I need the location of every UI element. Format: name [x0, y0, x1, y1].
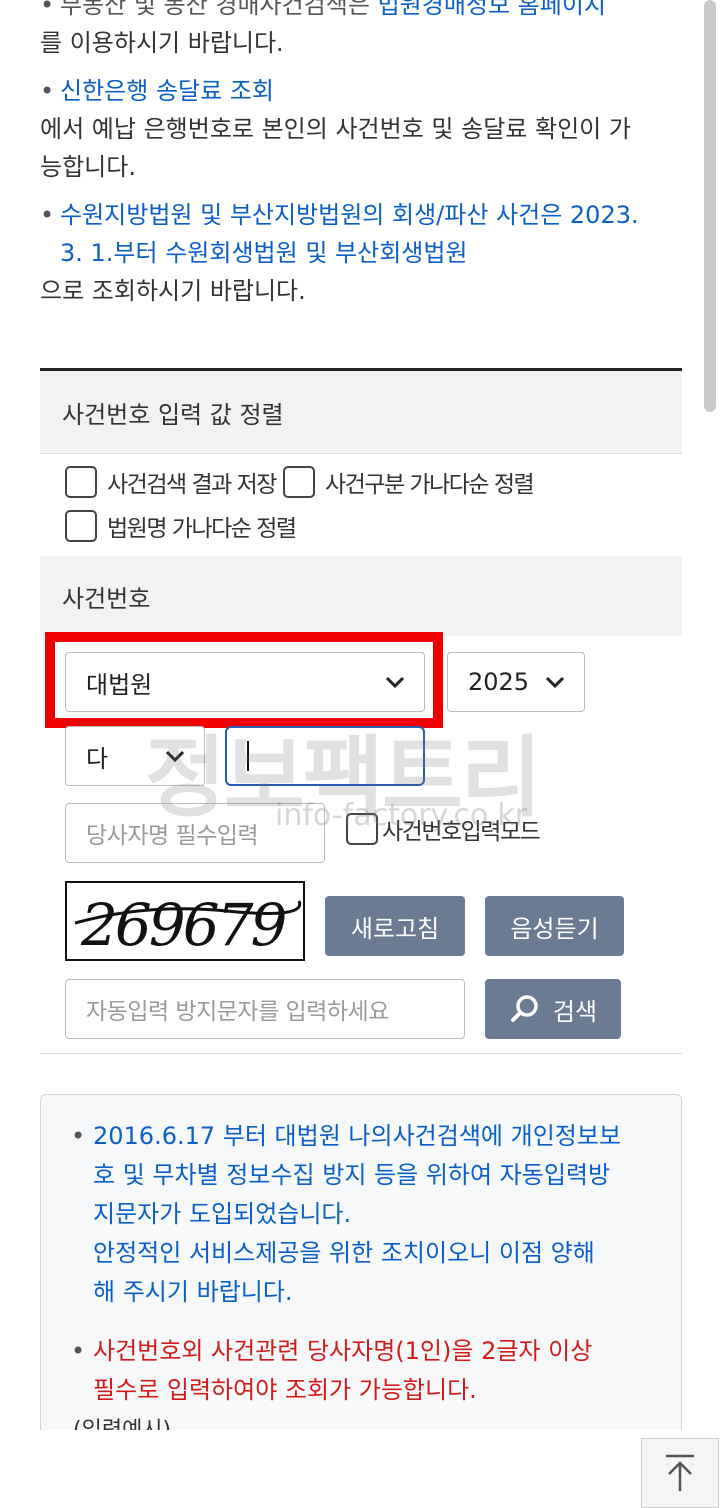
divider — [40, 453, 682, 454]
checkbox-label: 사건검색 결과 저장 — [107, 472, 277, 498]
chevron-down-icon — [545, 676, 565, 689]
rehab-court-link-line2[interactable]: 3. 1.부터 수원회생법원 및 부산회생법원 — [60, 234, 468, 272]
captcha-refresh-button[interactable]: 새로고침 — [325, 896, 465, 956]
info-item-captcha-notice: • 2016.6.17 부터 대법원 나의사건검색에 개인정보보 호 및 무차별… — [71, 1117, 661, 1312]
scroll-to-top-button[interactable] — [641, 1438, 719, 1508]
arrow-up-to-top-icon — [666, 1454, 694, 1491]
info-line: 호 및 무차별 정보수집 방지 등을 위하여 자동입력방 — [93, 1161, 611, 1189]
rehab-court-link-line1[interactable]: 수원지방법원 및 부산지방법원의 회생/파산 사건은 2023. — [60, 196, 639, 234]
checkbox-box[interactable] — [346, 813, 378, 845]
chevron-down-icon — [165, 750, 185, 763]
captcha-info-box: • 2016.6.17 부터 대법원 나의사건검색에 개인정보보 호 및 무차별… — [40, 1094, 682, 1430]
sort-section-title: 사건번호 입력 값 정렬 — [40, 371, 682, 453]
bullet: • — [40, 0, 55, 19]
captcha-graphic: 269679 — [74, 891, 302, 959]
info-item-party-required: • 사건번호외 사건관련 당사자명(1인)을 2글자 이상 필수로 입력하여야 … — [71, 1332, 661, 1410]
sort-by-court-checkbox[interactable]: 법원명 가나다순 정렬 — [65, 509, 297, 543]
notice-item-rehab: • 수원지방법원 및 부산지방법원의 회생/파산 사건은 2023. 3. 1.… — [40, 196, 690, 310]
party-name-placeholder: 당사자명 필수입력 — [86, 823, 259, 849]
search-button[interactable]: 검색 — [485, 979, 621, 1039]
info-line: 안정적인 서비스제공을 위한 조치이오니 이점 양해 — [93, 1239, 595, 1267]
notice-item-shinhan: • 신한은행 송달료 조회 에서 예납 은행번호로 본인의 사건번호 및 송달료… — [40, 72, 690, 186]
court-auction-link[interactable]: 법원경매정보 홈페이지 — [378, 0, 606, 19]
notice-text: 에서 예납 은행번호로 본인의 사건번호 및 송달료 확인이 가 — [40, 115, 631, 143]
case-section-title: 사건번호 — [40, 556, 682, 636]
checkbox-box[interactable] — [283, 466, 315, 498]
captcha-input-placeholder: 자동입력 방지문자를 입력하세요 — [86, 999, 389, 1025]
captcha-input[interactable]: 자동입력 방지문자를 입력하세요 — [65, 979, 465, 1039]
info-line: 해 주시기 바랍니다. — [93, 1278, 293, 1306]
checkbox-box[interactable] — [65, 510, 97, 542]
sort-by-type-checkbox[interactable]: 사건구분 가나다순 정렬 — [283, 465, 535, 499]
search-icon — [510, 995, 538, 1022]
save-result-checkbox[interactable]: 사건검색 결과 저장 — [65, 465, 277, 499]
year-select-value: 2025 — [468, 668, 530, 696]
page: • 부동산 및 동산 경매사건검색은 법원경매정보 홈페이지 를 이용하시기 바… — [0, 0, 728, 1430]
captcha-audio-button[interactable]: 음성듣기 — [485, 896, 624, 956]
checkbox-label: 사건번호입력모드 — [382, 819, 541, 845]
info-line: 사건번호외 사건관련 당사자명(1인)을 2글자 이상 — [93, 1337, 593, 1365]
scrollbar-thumb[interactable] — [704, 0, 716, 412]
notice-text: 능합니다. — [40, 153, 136, 181]
search-button-label: 검색 — [552, 997, 598, 1026]
bullet: • — [40, 201, 55, 229]
checkbox-box[interactable] — [65, 466, 97, 498]
year-select[interactable]: 2025 — [447, 652, 585, 712]
captcha-text: 269679 — [80, 891, 287, 959]
case-number-input[interactable] — [225, 726, 425, 786]
captcha-image: 269679 — [65, 881, 305, 961]
input-example-label: (입력예시) — [73, 1411, 171, 1430]
info-line: 지문자가 도입되었습니다. — [93, 1200, 352, 1228]
case-type-select-value: 다 — [86, 744, 109, 773]
bullet: • — [40, 77, 55, 105]
checkbox-label: 사건구분 가나다순 정렬 — [325, 472, 535, 498]
notice-text: 으로 조회하시기 바랍니다. — [40, 277, 306, 305]
notice-text: 부동산 및 동산 경매사건검색은 — [60, 0, 370, 19]
notice-text: 를 이용하시기 바랍니다. — [40, 29, 284, 57]
shinhan-fee-link[interactable]: 신한은행 송달료 조회 — [60, 72, 274, 110]
red-highlight-box — [45, 632, 443, 728]
info-line: 필수로 입력하여야 조회가 가능합니다. — [93, 1376, 477, 1404]
divider — [40, 1053, 682, 1054]
info-line: 2016.6.17 부터 대법원 나의사건검색에 개인정보보 — [93, 1122, 622, 1150]
text-caret — [247, 741, 249, 771]
case-type-select[interactable]: 다 — [65, 726, 205, 786]
notice-item-auction: • 부동산 및 동산 경매사건검색은 법원경매정보 홈페이지 를 이용하시기 바… — [40, 0, 690, 62]
checkbox-label: 법원명 가나다순 정렬 — [107, 516, 297, 542]
notice-list: • 부동산 및 동산 경매사건검색은 법원경매정보 홈페이지 를 이용하시기 바… — [40, 0, 690, 320]
case-number-mode-checkbox[interactable]: 사건번호입력모드 — [346, 812, 541, 846]
party-name-input[interactable]: 당사자명 필수입력 — [65, 803, 325, 863]
